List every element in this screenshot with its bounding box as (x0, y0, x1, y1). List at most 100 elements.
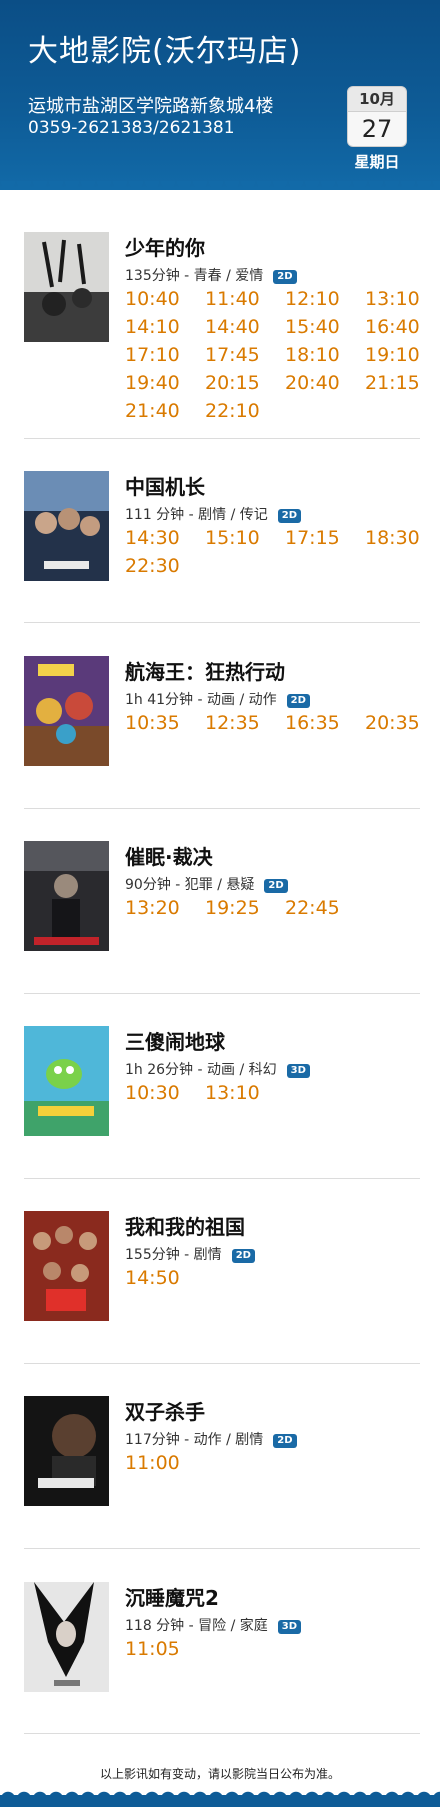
showtime[interactable]: 20:35 (365, 712, 420, 734)
movie-title[interactable]: 航海王：狂热行动 (125, 656, 310, 685)
cinema-phone[interactable]: 0359-2621383/2621381 (28, 118, 235, 138)
movie-meta: 1h 41分钟 - 动画 / 动作 2D (125, 689, 310, 709)
movie-meta: 90分钟 - 犯罪 / 悬疑 2D (125, 874, 288, 894)
divider (24, 808, 420, 809)
footer-note: 以上影讯如有变动，请以影院当日公布为准。 (99, 1767, 340, 1781)
showtime[interactable]: 11:00 (125, 1452, 180, 1474)
movie-meta-text: 118 分钟 - 冒险 / 家庭 (125, 1618, 268, 1634)
movie-info: 少年的你 135分钟 - 青春 / 爱情 2D (125, 232, 297, 285)
movie-item[interactable]: 中国机长 111 分钟 - 剧情 / 传记 2D 14:30 15:10 17:15 1… (24, 471, 420, 591)
showtime[interactable]: 22:45 (285, 897, 340, 919)
showtime[interactable]: 17:45 (205, 344, 260, 366)
showtime[interactable]: 18:10 (285, 344, 340, 366)
showtime[interactable]: 11:05 (125, 1638, 180, 1660)
showtime[interactable]: 15:40 (285, 316, 340, 338)
movie-poster[interactable] (24, 841, 109, 951)
movie-title[interactable]: 我和我的祖国 (125, 1211, 255, 1240)
showtime[interactable]: 16:40 (365, 316, 420, 338)
movie-item[interactable]: 我和我的祖国 155分钟 - 剧情 2D 14:50 (24, 1211, 420, 1331)
movie-poster[interactable] (24, 471, 109, 581)
showtime[interactable]: 22:30 (125, 555, 180, 577)
showtime[interactable]: 13:10 (205, 1082, 260, 1104)
showtime[interactable]: 20:40 (285, 372, 340, 394)
movie-meta: 155分钟 - 剧情 2D (125, 1244, 255, 1264)
showtime[interactable]: 13:10 (365, 288, 420, 310)
showtime[interactable]: 12:35 (205, 712, 260, 734)
movie-item[interactable]: 少年的你 135分钟 - 青春 / 爱情 2D 10:40 11:40 12:10 13… (24, 232, 420, 422)
movie-title[interactable]: 沉睡魔咒2 (125, 1582, 301, 1611)
showtime[interactable]: 10:40 (125, 288, 180, 310)
showtime[interactable]: 14:50 (125, 1267, 180, 1289)
movie-meta: 118 分钟 - 冒险 / 家庭 3D (125, 1615, 302, 1635)
divider (24, 1178, 420, 1179)
movie-item[interactable]: 航海王：狂热行动 1h 41分钟 - 动画 / 动作 2D 10:35 12:35 1… (24, 656, 420, 776)
showtime[interactable]: 19:25 (205, 897, 260, 919)
showtime[interactable]: 15:10 (205, 527, 260, 549)
cinema-name: 大地影院(沃尔玛店) (28, 34, 302, 69)
showtime[interactable]: 17:10 (125, 344, 180, 366)
movie-title[interactable]: 三傻闹地球 (125, 1026, 310, 1055)
showtime[interactable]: 11:40 (205, 288, 260, 310)
divider (24, 622, 420, 623)
showtime[interactable]: 19:40 (125, 372, 180, 394)
date-weekday: 星期日 (354, 153, 400, 171)
showtime[interactable]: 19:10 (365, 344, 420, 366)
showtime[interactable]: 17:15 (285, 527, 340, 549)
format-badge: 3D (286, 1064, 310, 1078)
showtime[interactable]: 18:30 (365, 527, 420, 549)
movie-info: 沉睡魔咒2 118 分钟 - 冒险 / 家庭 3D (125, 1582, 302, 1635)
movie-poster[interactable] (24, 1026, 109, 1136)
showtime[interactable]: 21:40 (125, 400, 180, 422)
date-box: 10月 27 星期日 (347, 86, 407, 172)
showtime[interactable]: 16:35 (285, 712, 340, 734)
movie-meta-text: 155分钟 - 剧情 (125, 1247, 222, 1263)
divider (24, 1363, 420, 1364)
showtime[interactable]: 10:35 (125, 712, 180, 734)
showtime[interactable]: 10:30 (125, 1082, 180, 1104)
cinema-schedule-page: 大地影院(沃尔玛店) 运城市盐湖区学院路新象城4楼 0359-2621383/2… (0, 0, 440, 1807)
showtime[interactable]: 20:15 (205, 372, 260, 394)
divider (24, 1548, 420, 1549)
movie-meta: 117分钟 - 动作 / 剧情 2D (125, 1429, 297, 1449)
date-month: 10月 (347, 86, 407, 112)
movie-item[interactable]: 双子杀手 117分钟 - 动作 / 剧情 2D 11:00 (24, 1396, 420, 1516)
movie-meta-text: 111 分钟 - 剧情 / 传记 (125, 507, 268, 523)
movie-meta: 135分钟 - 青春 / 爱情 2D (125, 265, 297, 285)
movie-info: 航海王：狂热行动 1h 41分钟 - 动画 / 动作 2D (125, 656, 310, 709)
movie-meta-text: 1h 41分钟 - 动画 / 动作 (125, 692, 277, 708)
date-day: 27 (347, 112, 407, 147)
movie-title[interactable]: 双子杀手 (125, 1396, 297, 1425)
header-scallop-edge (0, 181, 440, 199)
movie-poster[interactable] (24, 1396, 109, 1506)
movie-title[interactable]: 催眠·裁决 (125, 841, 288, 870)
cinema-address: 运城市盐湖区学院路新象城4楼 (28, 96, 274, 117)
showtime[interactable]: 22:10 (205, 400, 260, 422)
showtime[interactable]: 14:10 (125, 316, 180, 338)
movie-meta-text: 90分钟 - 犯罪 / 悬疑 (125, 877, 255, 893)
movie-meta-text: 135分钟 - 青春 / 爱情 (125, 268, 264, 284)
showtime[interactable]: 21:15 (365, 372, 420, 394)
showtime[interactable]: 14:30 (125, 527, 180, 549)
showtime[interactable]: 14:40 (205, 316, 260, 338)
footer-scallop-edge (0, 1787, 440, 1807)
movie-title[interactable]: 中国机长 (125, 471, 301, 500)
divider (24, 1733, 420, 1734)
movie-meta: 1h 26分钟 - 动画 / 科幻 3D (125, 1059, 310, 1079)
movie-item[interactable]: 催眠·裁决 90分钟 - 犯罪 / 悬疑 2D 13:20 19:25 22:45 (24, 841, 420, 961)
movie-item[interactable]: 三傻闹地球 1h 26分钟 - 动画 / 科幻 3D 10:30 13:10 (24, 1026, 420, 1146)
movie-poster[interactable] (24, 1582, 109, 1692)
header: 大地影院(沃尔玛店) 运城市盐湖区学院路新象城4楼 0359-2621383/2… (0, 0, 440, 190)
movie-info: 中国机长 111 分钟 - 剧情 / 传记 2D (125, 471, 302, 524)
movie-poster[interactable] (24, 232, 109, 342)
movie-poster[interactable] (24, 656, 109, 766)
format-badge: 3D (277, 1620, 302, 1634)
movie-info: 三傻闹地球 1h 26分钟 - 动画 / 科幻 3D (125, 1026, 310, 1079)
format-badge: 2D (273, 270, 297, 284)
movie-poster[interactable] (24, 1211, 109, 1321)
movie-info: 双子杀手 117分钟 - 动作 / 剧情 2D (125, 1396, 297, 1449)
format-badge: 2D (277, 509, 302, 523)
showtime[interactable]: 12:10 (285, 288, 340, 310)
movie-title[interactable]: 少年的你 (125, 232, 297, 261)
movie-item[interactable]: 沉睡魔咒2 118 分钟 - 冒险 / 家庭 3D 11:05 (24, 1582, 420, 1702)
showtime[interactable]: 13:20 (125, 897, 180, 919)
